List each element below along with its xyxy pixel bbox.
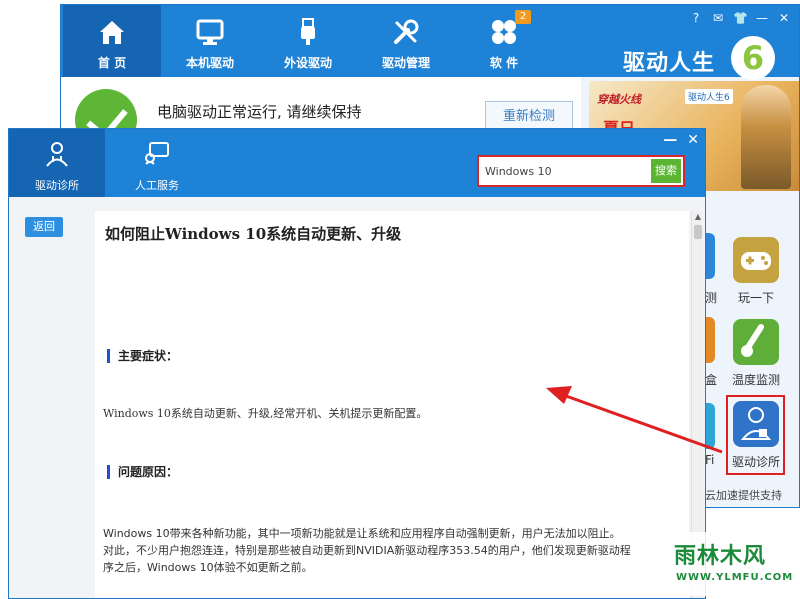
- partial-tile: [705, 233, 715, 279]
- message-icon[interactable]: ✉: [711, 11, 725, 25]
- tab-label: 人工服务: [135, 179, 179, 192]
- clinic-dialog: 驱动诊所 人工服务 — ✕ 搜索 返回 如何阻止Windows 10系统自动更新…: [8, 128, 706, 599]
- nav-peripheral-driver[interactable]: 外设驱动: [259, 5, 357, 77]
- minimize-icon[interactable]: —: [663, 133, 677, 147]
- highlight-box: [726, 395, 785, 475]
- section-heading: 主要症状：: [107, 349, 178, 363]
- partial-label: 测: [705, 291, 718, 305]
- nav-home[interactable]: 首 页: [63, 5, 161, 77]
- tab-label: 驱动诊所: [35, 179, 79, 192]
- status-text: 电脑驱动正常运行, 请继续保持: [157, 103, 362, 121]
- back-button[interactable]: 返回: [25, 217, 63, 237]
- section-heading: 问题原因：: [107, 465, 178, 479]
- nav-software[interactable]: 软 件: [455, 5, 553, 77]
- scroll-up-icon[interactable]: ▲: [692, 211, 704, 223]
- partial-tile: [705, 317, 715, 363]
- search-input[interactable]: [481, 159, 651, 183]
- nav-label: 软 件: [489, 56, 519, 70]
- thermometer-icon: [741, 324, 764, 357]
- watermark-sub: WWW.YLMFU.COM: [676, 572, 794, 583]
- cause-line: 对此，不少用户抱怨连连，特别是那些被自动更新到NVIDIA新驱动程序353.54…: [103, 544, 631, 557]
- tile-play[interactable]: [733, 237, 779, 283]
- support-icon: [145, 142, 169, 165]
- nav-local-driver[interactable]: 本机驱动: [161, 5, 259, 77]
- cause-line: Windows 10带来各种新功能，其中一项新功能就是让系统和应用程序自动强制更…: [103, 527, 621, 540]
- scroll-thumb[interactable]: [694, 225, 702, 239]
- partial-label: 盒: [705, 373, 718, 387]
- watermark-main: 雨林木风: [674, 544, 767, 569]
- monitor-icon: [196, 19, 224, 45]
- cause-line: 序之后，Windows 10体验不如更新之前。: [103, 561, 313, 574]
- close-icon[interactable]: ✕: [687, 133, 699, 147]
- tab-driver-clinic[interactable]: 驱动诊所: [9, 129, 105, 197]
- symptom-text: Windows 10系统自动更新、升级,经常开机、关机提示更新配置。: [103, 407, 428, 420]
- tools-icon: [394, 19, 419, 44]
- usb-icon: [301, 18, 315, 45]
- nav-label: 外设驱动: [283, 56, 332, 70]
- search-box: 搜索: [477, 155, 685, 187]
- skin-icon[interactable]: 👕: [733, 11, 748, 25]
- tab-manual-service[interactable]: 人工服务: [109, 129, 205, 197]
- brand-name: 驱动人生: [623, 51, 716, 76]
- ad-figure-image: [741, 85, 791, 189]
- gamepad-icon: [741, 252, 771, 270]
- ad-game-title: 穿越火线: [597, 93, 641, 106]
- nav-label: 本机驱动: [185, 56, 234, 70]
- minimize-icon[interactable]: —: [755, 11, 769, 25]
- article: 如何阻止Windows 10系统自动更新、升级 主要症状： Windows 10…: [95, 211, 689, 598]
- tile-label: 玩一下: [737, 291, 774, 305]
- dialog-header: 驱动诊所 人工服务 — ✕ 搜索: [9, 129, 705, 197]
- main-header: 首 页 本机驱动 外设驱动 驱动管理 软 件 2 ? ✉ 👕 — ✕ 驱动人生: [61, 5, 799, 80]
- partial-label: Fi: [705, 453, 715, 467]
- dialog-body: 返回 如何阻止Windows 10系统自动更新、升级 主要症状： Windows…: [9, 197, 705, 598]
- search-button[interactable]: 搜索: [651, 159, 681, 183]
- software-badge: 2: [515, 10, 531, 24]
- help-icon[interactable]: ?: [689, 11, 703, 25]
- nav-label: 驱动管理: [381, 56, 430, 70]
- close-icon[interactable]: ✕: [777, 11, 791, 25]
- main-title-controls: ? ✉ 👕 — ✕: [689, 11, 791, 25]
- partial-tile: [705, 403, 715, 449]
- watermark-logo: 雨林木风 WWW.YLMFU.COM: [668, 532, 796, 596]
- doctor-icon: [46, 142, 68, 167]
- home-icon: [100, 21, 124, 44]
- brand-logo: [731, 36, 775, 80]
- ad-logo: 驱动人生6: [685, 89, 733, 104]
- tile-temperature[interactable]: [733, 319, 779, 365]
- nav-label: 首 页: [97, 56, 127, 70]
- article-title: 如何阻止Windows 10系统自动更新、升级: [105, 225, 402, 243]
- dialog-controls: — ✕: [663, 133, 699, 147]
- nav-driver-manage[interactable]: 驱动管理: [357, 5, 455, 77]
- tile-label: 温度监测: [731, 373, 780, 387]
- cloud-support-text: 云加速提供支持: [705, 489, 782, 502]
